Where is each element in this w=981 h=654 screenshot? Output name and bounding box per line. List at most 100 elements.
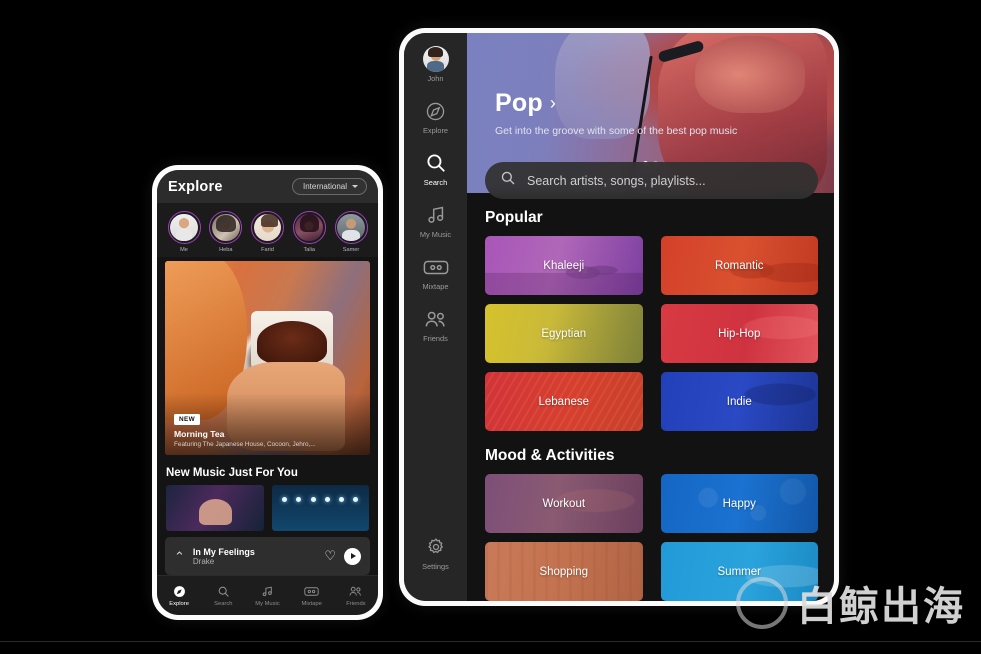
chevron-right-icon: › [549,93,557,113]
now-playing-meta: In My Feelings Drake [193,547,316,566]
now-playing-artist: Drake [192,556,215,566]
album-card[interactable] [166,485,264,531]
category-tile-label: Summer [717,565,761,578]
category-browser: Popular Khaleeji Romantic Egyptian Hip-H… [467,193,834,601]
tab-label: Friends [346,600,366,607]
watermark-text: 白鲸出海 [797,584,965,630]
hero-title-row[interactable]: Pop › [495,89,737,118]
screenshot-canvas: Explore International Me Heba Farid Tali… [0,0,981,654]
featured-playlist-card[interactable]: NEW Morning Tea Featuring The Japanese H… [165,261,370,455]
tablet-device-mockup: John Explore Search My Music Mixtape Fri… [399,28,839,606]
tab-label: My Music [255,600,280,607]
people-icon [423,307,448,331]
sidebar-item-explore[interactable]: Explore [404,99,467,135]
story-label: Talia [303,247,315,253]
region-filter-dropdown[interactable]: International [291,178,367,195]
phone-header: Explore International [157,170,378,203]
search-icon [425,151,447,175]
sidebar-item-profile[interactable]: John [404,46,467,83]
section-title-mood-activities: Mood & Activities [485,447,615,464]
sidebar-item-label: Mixtape [422,282,449,291]
category-tile-label: Lebanese [538,395,590,408]
avatar [295,213,324,242]
tab-label: Mixtape [301,600,322,607]
hero-text: Pop › Get into the groove with some of t… [495,89,737,139]
search-icon [217,585,230,599]
avatar [170,213,198,242]
compass-icon [173,585,186,599]
album-artwork [272,496,370,502]
now-playing-title: In My Feelings [192,546,255,557]
story-item[interactable]: Me [165,211,203,253]
album-card[interactable] [271,485,370,531]
category-tile[interactable]: Egyptian [485,304,643,363]
tab-label: Explore [169,600,189,607]
story-label: Heba [219,247,233,253]
category-tile[interactable]: Happy [660,474,818,533]
category-tile[interactable]: Lebanese [485,372,643,431]
region-filter-label: International [302,182,347,191]
heart-icon[interactable]: ♡ [324,548,336,564]
story-ring [209,211,243,244]
search-icon [500,170,516,191]
tab-explore[interactable]: Explore [157,585,201,607]
featured-title: Morning Tea [174,429,225,439]
category-tile-label: Indie [726,395,752,408]
avatar [422,46,449,72]
sidebar: John Explore Search My Music Mixtape Fri… [404,33,467,601]
avatar [211,213,240,242]
stories-row: Me Heba Farid Talia Samer [157,203,378,257]
tab-my-music[interactable]: My Music [245,585,289,607]
category-tile[interactable]: Khaleeji [485,236,643,295]
story-item[interactable]: Talia [290,211,328,253]
phone-device-mockup: Explore International Me Heba Farid Tali… [152,165,383,620]
hero-artwork-tea [257,321,327,364]
music-note-icon [261,585,274,599]
story-label: Samer [342,247,360,253]
story-ring [251,211,284,244]
sidebar-item-friends[interactable]: Friends [404,307,467,343]
section-title-new-music: New Music Just For You [166,467,298,479]
story-item[interactable]: Samer [332,211,370,253]
main-content: Pop › Get into the groove with some of t… [467,33,834,601]
gear-icon [426,535,446,559]
category-tile[interactable]: Romantic [660,236,818,295]
sidebar-item-label: My Music [419,230,452,239]
cassette-icon [423,255,449,279]
new-music-cards [157,485,378,531]
category-tile[interactable]: Indie [660,372,818,431]
cassette-icon [304,585,319,599]
tab-friends[interactable]: Friends [334,585,378,607]
category-tile-label: Workout [542,497,586,510]
sidebar-item-my-music[interactable]: My Music [404,203,467,239]
story-ring [334,211,368,244]
now-playing-bar[interactable]: ⌃ In My Feelings Drake ♡ [165,537,370,575]
story-item[interactable]: Farid [249,211,287,253]
tab-search[interactable]: Search [201,585,245,607]
category-tile[interactable]: Hip-Hop [660,304,818,363]
category-tile-label: Shopping [539,565,589,578]
avatar [253,213,282,242]
music-note-icon [425,203,447,227]
category-tile[interactable]: Summer [660,542,818,601]
sidebar-item-settings[interactable]: Settings [404,535,467,571]
tab-mixtape[interactable]: Mixtape [290,585,334,607]
sidebar-item-mixtape[interactable]: Mixtape [404,255,467,291]
category-tile[interactable]: Workout [485,474,643,533]
story-ring [292,211,326,244]
hero-title: Pop [495,89,543,117]
story-label: Me [180,247,188,253]
category-tile-label: Hip-Hop [718,327,761,340]
category-tile-label: Khaleeji [543,259,585,272]
sidebar-item-search[interactable]: Search [404,151,467,187]
sidebar-item-label: Explore [422,126,449,135]
play-icon[interactable] [344,547,361,565]
phone-screen: Explore International Me Heba Farid Tali… [157,170,378,615]
people-icon [348,585,363,599]
chevron-up-icon[interactable]: ⌃ [174,550,185,563]
story-item[interactable]: Heba [207,211,245,253]
page-title: Explore [168,178,223,195]
popular-grid: Khaleeji Romantic Egyptian Hip-Hop Leban… [485,236,818,431]
category-tile[interactable]: Shopping [485,542,643,601]
sidebar-item-label: John [427,74,444,83]
